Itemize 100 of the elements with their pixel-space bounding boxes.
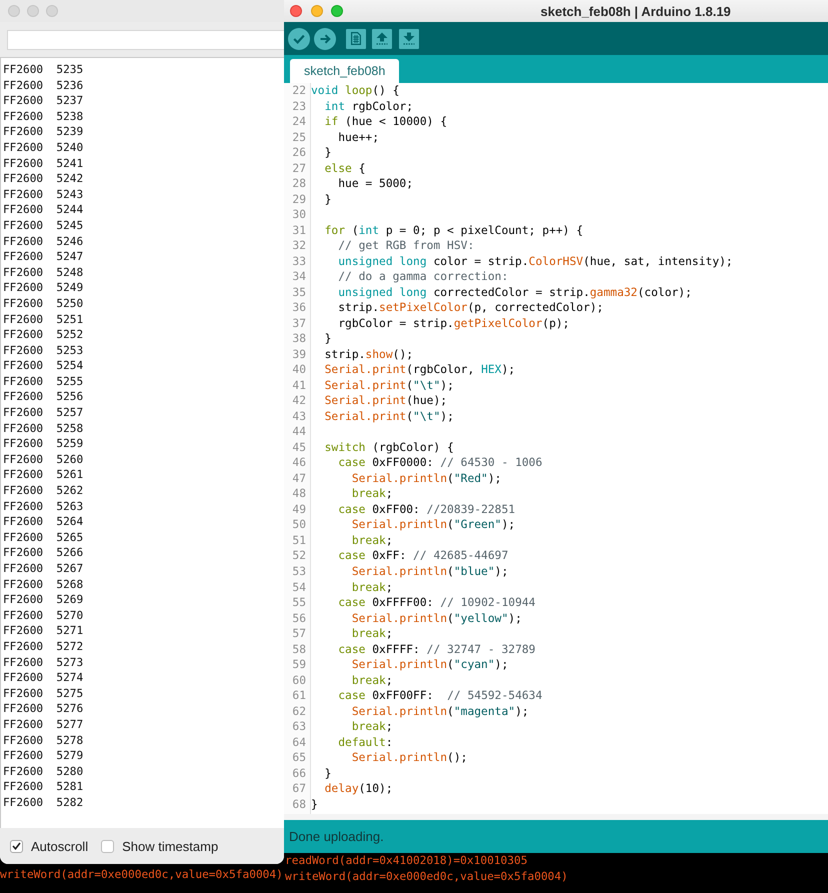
verify-button[interactable] xyxy=(288,28,310,50)
code-line: strip.setPixelColor(p, correctedColor); xyxy=(338,300,604,316)
code-line: break; xyxy=(352,626,393,642)
output-line: FF2600 5239 xyxy=(3,124,84,140)
line-number: 54 xyxy=(292,580,306,596)
line-number: 49 xyxy=(292,502,306,518)
code-line: } xyxy=(324,766,332,782)
line-number: 51 xyxy=(292,532,306,548)
code-line: break; xyxy=(352,719,393,735)
line-number: 53 xyxy=(292,564,306,580)
line-number: 27 xyxy=(292,160,306,176)
line-number: 39 xyxy=(292,346,306,362)
line-number: 55 xyxy=(292,595,306,611)
code-line: case 0xFF0000: // 64530 - 1006 xyxy=(338,455,542,471)
output-line: FF2600 5251 xyxy=(3,312,84,328)
output-line: FF2600 5256 xyxy=(3,389,84,406)
output-line: FF2600 5265 xyxy=(3,530,84,546)
output-line: FF2600 5255 xyxy=(3,374,84,390)
code-line: delay(10); xyxy=(324,781,393,797)
code-line: rgbColor = strip.getPixelColor(p); xyxy=(338,316,570,332)
output-line: FF2600 5250 xyxy=(3,296,84,312)
down-arrow-icon xyxy=(403,32,415,45)
output-line: FF2600 5262 xyxy=(3,483,84,499)
code-line: } xyxy=(324,145,332,161)
code-line: Serial.println("yellow"); xyxy=(352,610,522,626)
line-number: 23 xyxy=(292,98,306,114)
code-line: hue++; xyxy=(338,130,380,146)
code-line: break; xyxy=(352,486,393,502)
output-line: FF2600 5258 xyxy=(3,420,84,436)
minimize-button[interactable] xyxy=(310,5,322,17)
output-line: FF2600 5278 xyxy=(3,732,84,748)
close-button[interactable] xyxy=(290,5,302,17)
code-line: case 0xFFFF00: // 10902-10944 xyxy=(338,595,536,611)
checkbox[interactable] xyxy=(101,840,114,852)
line-number: 61 xyxy=(292,688,306,704)
output-line: FF2600 5274 xyxy=(3,670,84,686)
file-tab[interactable]: sketch_feb08h xyxy=(290,59,400,83)
line-number: 30 xyxy=(292,207,306,223)
up-arrow-icon xyxy=(376,32,388,45)
line-number: 63 xyxy=(292,719,306,735)
line-number: 60 xyxy=(292,672,306,688)
code-line: for (int p = 0; p < pixelCount; p++) { xyxy=(324,222,584,238)
output-line: FF2600 5259 xyxy=(3,436,84,452)
checkbox[interactable] xyxy=(10,840,23,852)
line-number: 52 xyxy=(292,548,306,564)
line-number: 65 xyxy=(292,750,306,766)
output-line: FF2600 5263 xyxy=(3,498,84,514)
output-line: FF2600 5268 xyxy=(3,576,84,592)
output-line: FF2600 5243 xyxy=(3,186,84,202)
status-message: Done uploading. xyxy=(289,829,384,844)
line-number: 32 xyxy=(292,238,306,254)
output-line: FF2600 5246 xyxy=(3,234,84,250)
code-line: Serial.print("\t"); xyxy=(324,408,454,424)
code-line: Serial.print(hue); xyxy=(324,393,448,409)
code-line: Serial.println("blue"); xyxy=(352,564,508,580)
output-line: FF2600 5267 xyxy=(3,561,84,577)
line-number: 26 xyxy=(292,145,306,161)
line-number: 37 xyxy=(292,316,306,332)
code-line: void loop() { xyxy=(311,83,400,99)
line-number: 42 xyxy=(292,393,306,409)
output-line: FF2600 5272 xyxy=(3,638,84,655)
line-number: 44 xyxy=(292,424,306,440)
open-button[interactable] xyxy=(372,28,392,48)
window-title: sketch_feb08h | Arduino 1.8.19 xyxy=(540,4,731,18)
zoom-button[interactable] xyxy=(331,5,343,17)
output-line: FF2600 5266 xyxy=(3,545,84,561)
code-line: } xyxy=(324,331,332,347)
output-line: FF2600 5273 xyxy=(3,654,84,670)
output-line: FF2600 5275 xyxy=(3,686,84,702)
code-line: if (hue < 10000) { xyxy=(324,114,448,130)
save-button[interactable] xyxy=(399,28,419,48)
line-number: 35 xyxy=(292,284,306,300)
line-number: 40 xyxy=(292,362,306,378)
console-line: writeWord(addr=0xe000ed0c,value=0x5fa0004) xyxy=(285,868,568,884)
upload-button[interactable] xyxy=(314,28,336,50)
output-line: FF2600 5245 xyxy=(3,218,84,234)
output-line: FF2600 5264 xyxy=(3,514,84,530)
output-line: FF2600 5257 xyxy=(3,405,84,421)
output-line: FF2600 5244 xyxy=(3,202,84,218)
line-number: 46 xyxy=(292,455,306,471)
code-line: } xyxy=(311,796,318,812)
output-line: FF2600 5249 xyxy=(3,280,84,296)
line-number: 56 xyxy=(292,610,306,626)
code-line: switch (rgbColor) { xyxy=(324,440,454,456)
line-number: 38 xyxy=(292,331,306,347)
input-field[interactable] xyxy=(7,30,284,50)
console-line: readWord(addr=0x41002018)=0x10010305 xyxy=(285,853,528,868)
code-line: Serial.println("Red"); xyxy=(352,470,502,486)
output-line: FF2600 5242 xyxy=(3,171,84,187)
line-number: 68 xyxy=(292,796,306,812)
output-line: FF2600 5252 xyxy=(3,327,84,343)
line-number: 22 xyxy=(292,83,306,99)
line-number: 31 xyxy=(292,222,306,238)
output-line: FF2600 5271 xyxy=(3,623,84,639)
new-button[interactable] xyxy=(346,28,366,48)
code-line: } xyxy=(324,192,332,208)
output-line: FF2600 5237 xyxy=(3,93,84,109)
line-number: 45 xyxy=(292,440,306,456)
code-line: Serial.print(rgbColor, HEX); xyxy=(324,362,516,378)
code-line: case 0xFF00FF: // 54592-54634 xyxy=(338,688,542,704)
